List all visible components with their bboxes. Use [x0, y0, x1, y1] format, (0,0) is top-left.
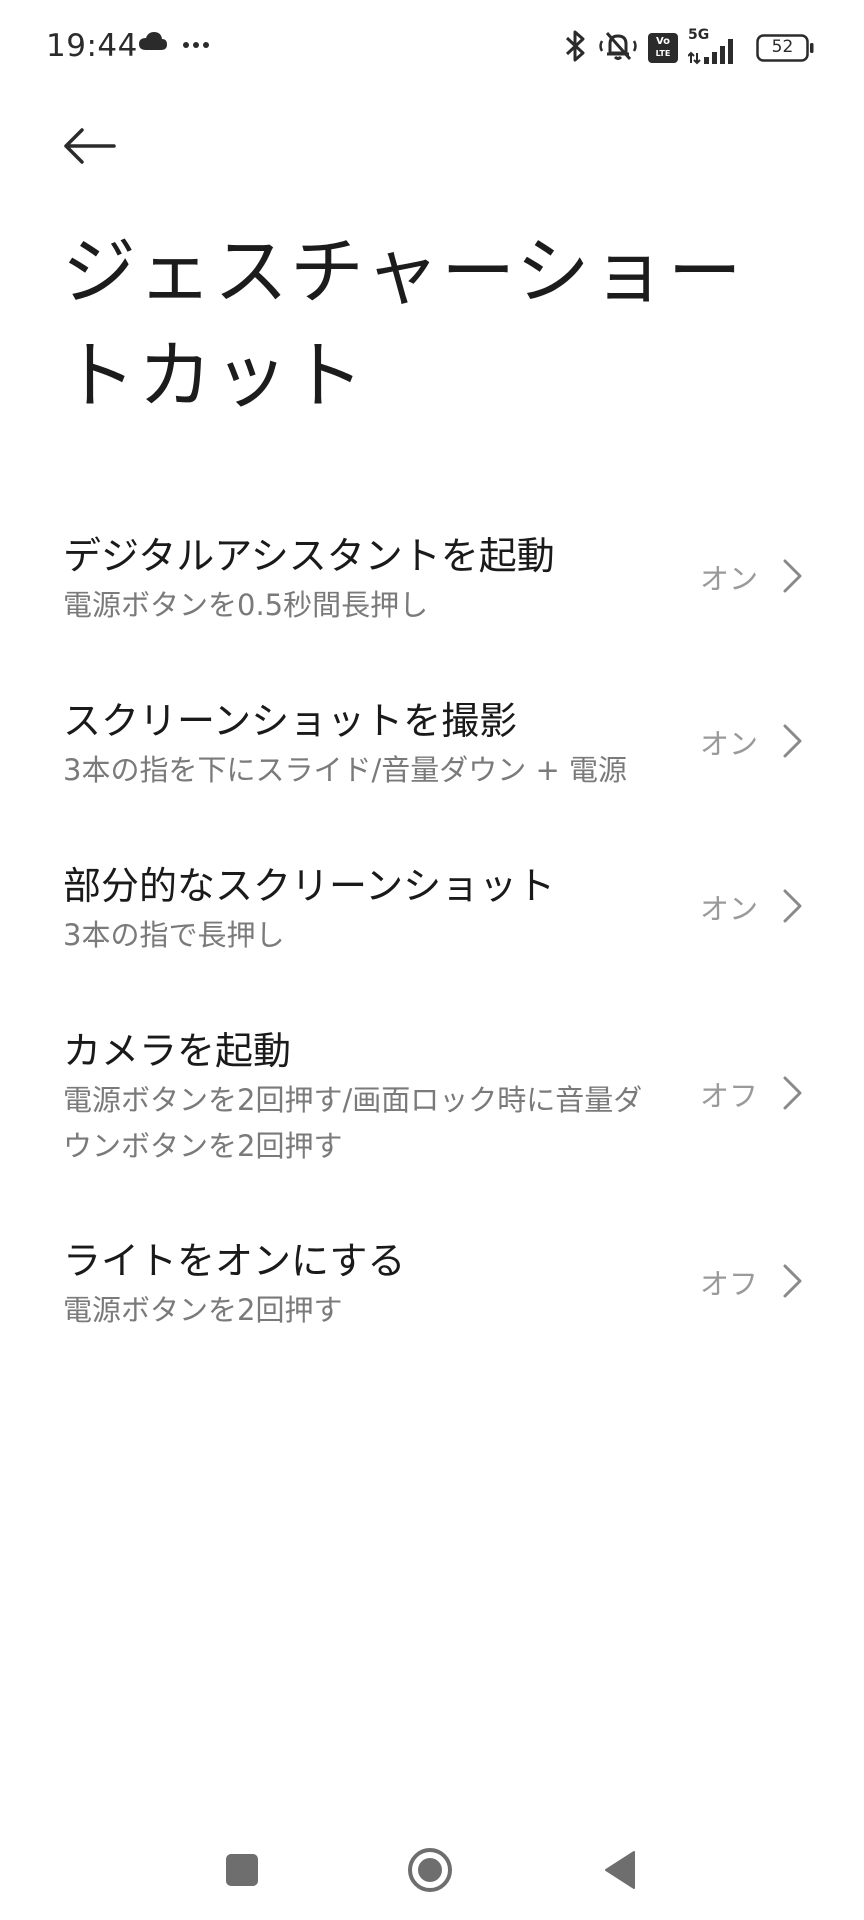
status-right-icons: Vo LTE 5G 52 — [564, 27, 814, 68]
setting-title: スクリーンショットを撮影 — [63, 699, 518, 743]
back-triangle-icon — [605, 1851, 635, 1889]
setting-title: 部分的なスクリーンショット — [63, 864, 556, 908]
setting-subtitle: 3本の指を下にスライド/音量ダウン + 電源 — [63, 753, 627, 787]
setting-digital-assistant[interactable]: デジタルアシスタントを起動 電源ボタンを0.5秒間長押し オン — [0, 510, 864, 655]
setting-launch-camera[interactable]: カメラを起動 電源ボタンを2回押す/画面ロック時に音量ダウンボタンを2回押す オ… — [0, 1005, 864, 1195]
navigation-bar — [0, 1820, 864, 1920]
back-nav-button[interactable] — [590, 1840, 650, 1900]
battery-icon: 52 — [756, 34, 814, 62]
setting-subtitle: 3本の指で長押し — [63, 918, 285, 952]
page-title: ジェスチャーショートカット — [62, 229, 744, 419]
signal-icon: 5G — [688, 27, 740, 65]
back-arrow-icon — [64, 128, 116, 164]
setting-partial-screenshot[interactable]: 部分的なスクリーンショット 3本の指で長押し オン — [0, 840, 864, 985]
recents-button[interactable] — [212, 1840, 272, 1900]
chevron-right-icon — [783, 1076, 802, 1110]
status-bar: 19:44 Vo LTE 5G 52 — [0, 0, 864, 96]
setting-flashlight[interactable]: ライトをオンにする 電源ボタンを2回押す オフ — [0, 1215, 864, 1360]
volte-icon: Vo LTE — [648, 33, 678, 63]
setting-status: オフ — [700, 1079, 759, 1113]
setting-subtitle: 電源ボタンを2回押す/画面ロック時に音量ダウンボタンを2回押す — [63, 1083, 643, 1163]
home-button[interactable] — [400, 1840, 460, 1900]
back-button[interactable] — [56, 118, 122, 174]
setting-subtitle: 電源ボタンを0.5秒間長押し — [63, 588, 429, 622]
chevron-right-icon — [783, 724, 802, 758]
setting-subtitle: 電源ボタンを2回押す — [63, 1293, 343, 1327]
setting-title: デジタルアシスタントを起動 — [63, 534, 555, 578]
setting-status: オフ — [700, 1267, 759, 1301]
chevron-right-icon — [783, 889, 802, 923]
chevron-right-icon — [783, 1264, 802, 1298]
setting-status: オン — [700, 562, 759, 596]
home-circle-icon — [408, 1848, 452, 1892]
cloud-icon — [138, 30, 168, 56]
volte-bottom-label: LTE — [655, 49, 671, 58]
setting-status: オン — [700, 727, 759, 761]
battery-level: 52 — [771, 37, 794, 57]
setting-title: ライトをオンにする — [63, 1239, 406, 1283]
volte-top-label: Vo — [655, 36, 671, 47]
chevron-right-icon — [783, 559, 802, 593]
bluetooth-icon — [564, 29, 588, 67]
setting-title: カメラを起動 — [63, 1029, 292, 1073]
vibrate-silent-icon — [598, 29, 638, 67]
status-time: 19:44 — [46, 28, 138, 64]
recents-square-icon — [226, 1854, 258, 1886]
setting-status: オン — [700, 892, 759, 926]
status-left-icons — [138, 30, 210, 56]
more-dots-icon — [182, 34, 210, 53]
setting-screenshot[interactable]: スクリーンショットを撮影 3本の指を下にスライド/音量ダウン + 電源 オン — [0, 675, 864, 820]
